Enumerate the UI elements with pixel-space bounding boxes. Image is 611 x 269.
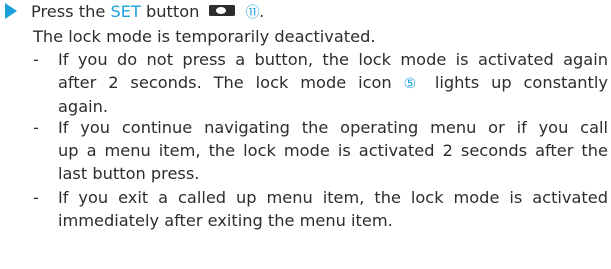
instruction-step: Press the SET button ⑪. <box>5 1 605 25</box>
list-item-line-part: after 2 seconds. The lock mode icon <box>58 72 392 92</box>
list-dash: - <box>33 188 39 207</box>
step-result: The lock mode is temporarily deactivated… <box>33 27 376 46</box>
list-item-text: If you continue navigating the operating… <box>58 117 608 185</box>
step-prefix: Press the <box>31 2 111 21</box>
list-dash: - <box>33 118 39 137</box>
instruction-page: Press the SET button ⑪. The lock mode is… <box>0 0 611 269</box>
list-item-line: after 2 seconds. The lock mode icon ⑤ li… <box>58 72 608 96</box>
list-item-line: last button press. <box>58 163 200 183</box>
list-item-line: If you continue navigating the operating… <box>58 118 608 137</box>
set-button-icon <box>208 5 235 16</box>
list-item-text: If you do not press a button, the lock m… <box>58 49 608 118</box>
reference-number-5: ⑤ <box>403 75 423 92</box>
list-item-line: up a menu item, the lock mode is activat… <box>58 140 608 160</box>
step-text: Press the SET button ⑪. <box>31 1 264 25</box>
list-item-line: If you exit a called up menu item, the l… <box>58 188 608 207</box>
list-item-line: immediately after exiting the menu item. <box>58 210 393 230</box>
step-period: . <box>259 2 265 21</box>
triangle-arrow-icon <box>5 3 17 19</box>
list-item-text: If you exit a called up menu item, the l… <box>58 187 608 233</box>
list-dash: - <box>33 50 39 69</box>
list-item-line: again. <box>58 96 109 116</box>
list-item-line-part: lights up constantly <box>434 72 608 92</box>
set-keyword: SET <box>110 2 141 21</box>
list-item-line: If you do not press a button, the lock m… <box>58 50 608 69</box>
step-suffix: button <box>140 2 200 21</box>
reference-number-11: ⑪ <box>245 5 260 21</box>
